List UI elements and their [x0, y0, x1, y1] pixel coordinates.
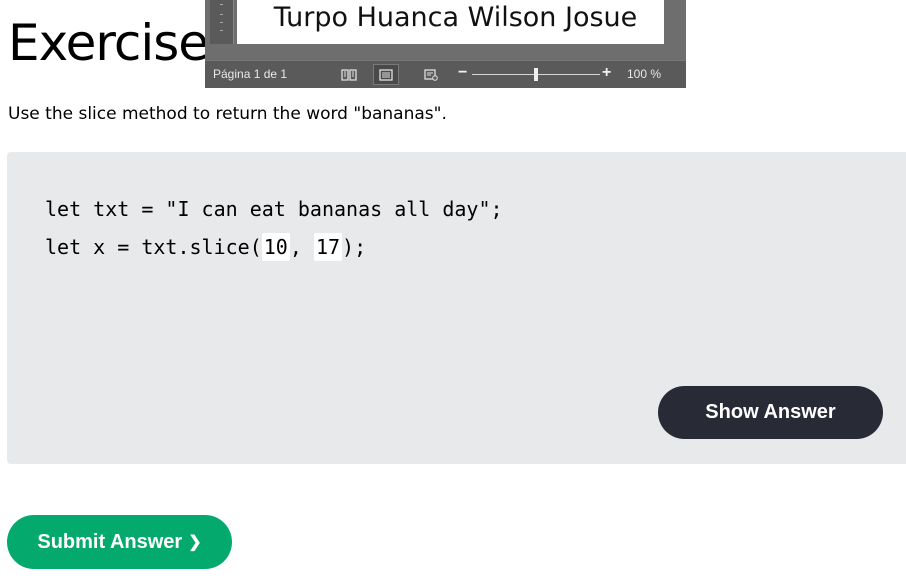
zoom-in-button[interactable]: +	[602, 64, 611, 82]
code-line-2: let x = txt.slice(10, 17);	[45, 233, 366, 261]
answer-input-1[interactable]: 10	[261, 233, 290, 261]
read-mode-icon[interactable]	[336, 64, 362, 85]
page-count[interactable]: Página 1 de 1	[213, 67, 287, 81]
print-layout-icon[interactable]	[373, 64, 399, 85]
document-page[interactable]: Turpo Huanca Wilson Josue	[237, 0, 664, 44]
chevron-right-icon: ❯	[188, 534, 202, 551]
ruler-tick	[220, 22, 223, 23]
word-overlay-window: Turpo Huanca Wilson Josue Página 1 de 1 …	[205, 0, 686, 88]
vertical-ruler	[210, 0, 234, 44]
code-editor: let txt = "I can eat bananas all day"; l…	[7, 152, 906, 464]
zoom-slider-thumb[interactable]	[534, 68, 538, 81]
code-separator: ,	[289, 235, 314, 259]
ruler-tick	[220, 30, 223, 31]
web-layout-icon[interactable]	[418, 64, 444, 85]
ruler-tick	[220, 4, 223, 5]
word-status-bar: Página 1 de 1 − + 100 %	[205, 60, 686, 88]
zoom-out-button[interactable]: −	[458, 64, 467, 82]
answer-input-2[interactable]: 17	[313, 233, 343, 261]
exercise-title: Exercise:	[8, 14, 225, 72]
zoom-level[interactable]: 100 %	[627, 67, 661, 81]
show-answer-button[interactable]: Show Answer	[658, 386, 883, 439]
document-text[interactable]: Turpo Huanca Wilson Josue	[237, 2, 674, 33]
code-line-2-prefix: let x = txt.slice(	[45, 235, 262, 259]
submit-answer-label: Submit Answer	[37, 530, 183, 553]
exercise-instruction: Use the slice method to return the word …	[8, 104, 447, 124]
code-line-2-suffix: );	[342, 235, 367, 259]
code-line-1: let txt = "I can eat bananas all day";	[45, 197, 503, 221]
ruler-tick	[220, 14, 223, 15]
submit-answer-button[interactable]: Submit Answer ❯	[7, 515, 232, 569]
